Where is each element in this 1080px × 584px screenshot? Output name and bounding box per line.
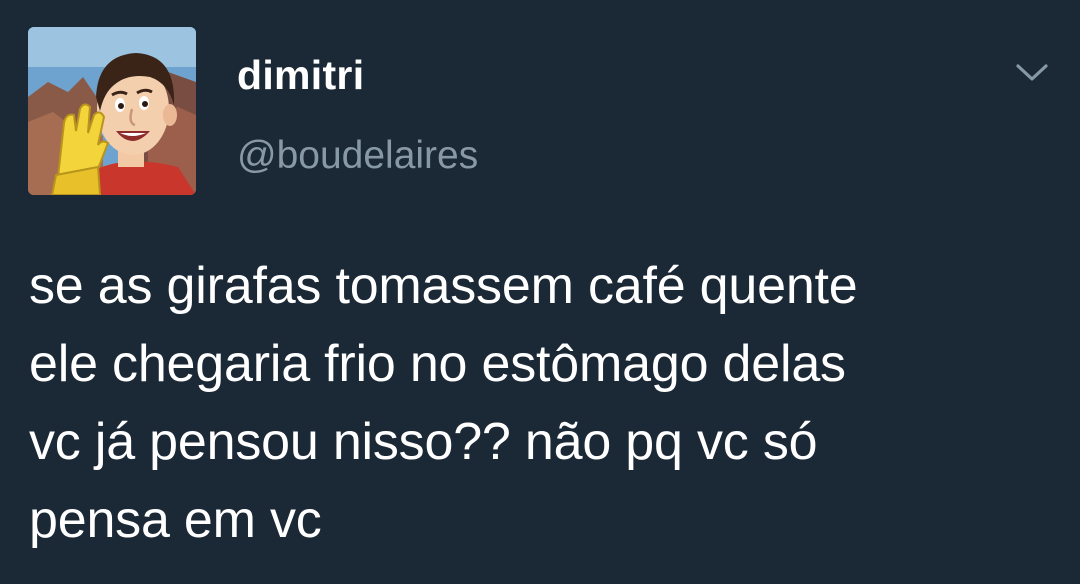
author-display-name[interactable]: dimitri (237, 55, 364, 96)
author-handle[interactable]: @boudelaires (237, 136, 478, 175)
tweet-card: dimitri @boudelaires se as girafas tomas… (0, 0, 1080, 584)
chevron-down-icon[interactable] (1012, 58, 1052, 88)
avatar-image (28, 27, 196, 195)
tweet-text-line: vc já pensou nisso?? não pq vc só (29, 413, 818, 471)
tweet-text-line: pensa em vc (29, 491, 322, 549)
tweet-text: se as girafas tomassem café quente ele c… (29, 247, 1069, 559)
tweet-text-line: ele chegaria frio no estômago delas (29, 335, 846, 393)
tweet-text-line: se as girafas tomassem café quente (29, 257, 858, 315)
avatar[interactable] (28, 27, 196, 195)
